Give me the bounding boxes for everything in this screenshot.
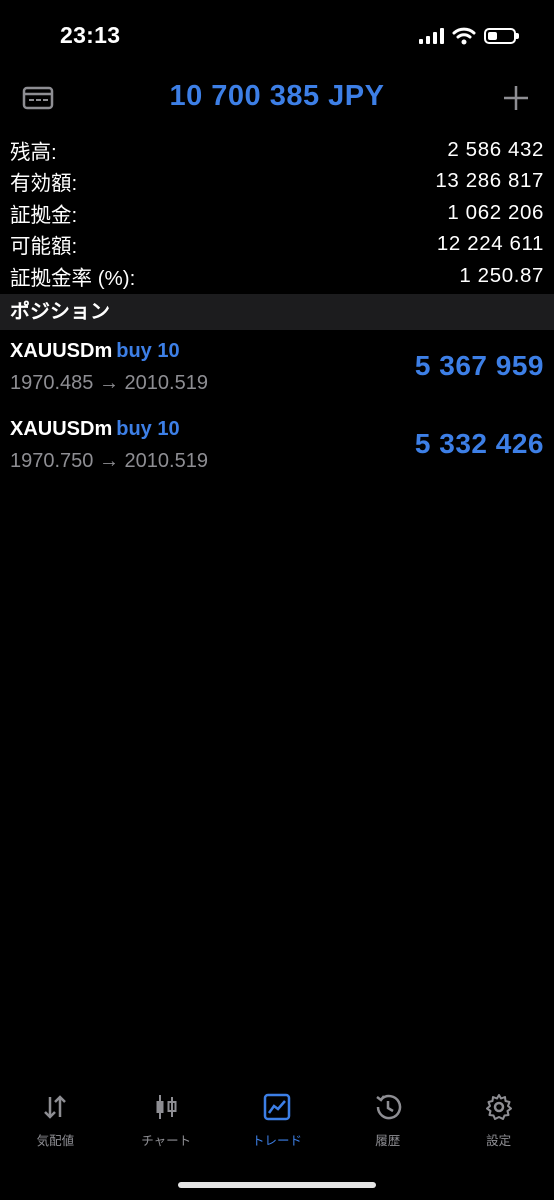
summary-label: 可能額: [10, 235, 78, 259]
tab-label: 気配値 [36, 1134, 75, 1148]
tab-label: 設定 [486, 1134, 512, 1148]
positions-section-header: ポジション [0, 294, 554, 330]
position-item[interactable]: XAUUSDm buy 10 1970.750 → 2010.519 5 332 … [0, 414, 554, 492]
summary-label: 残高: [10, 140, 57, 164]
position-side: buy 10 [116, 340, 180, 362]
summary-value: 2 586 432 [447, 137, 544, 161]
tab-chart[interactable]: チャート [111, 1084, 222, 1164]
summary-row-margin-level: 証拠金率 (%): 1 250.87 [0, 260, 554, 292]
plus-icon[interactable] [502, 84, 530, 112]
tab-quotes[interactable]: 気配値 [0, 1084, 111, 1164]
summary-value: 13 286 817 [435, 169, 544, 193]
history-clock-icon [376, 1094, 401, 1120]
tab-label: 履歴 [375, 1134, 401, 1148]
position-prices: 1970.750 → 2010.519 [10, 450, 208, 472]
balance-title: 10 700 385 JPY [169, 80, 385, 112]
summary-value: 1 062 206 [447, 200, 544, 224]
summary-row-balance: 残高: 2 586 432 [0, 134, 554, 166]
tab-bar: 気配値 チャート トレード 履歴 設定 [0, 1084, 554, 1164]
tab-trade[interactable]: トレード [222, 1084, 333, 1164]
summary-row-free-margin: 可能額: 12 224 611 [0, 229, 554, 261]
status-icons [419, 25, 519, 47]
wifi-icon [452, 27, 476, 45]
summary-row-equity: 有効額: 13 286 817 [0, 166, 554, 198]
summary-label: 証拠金率 (%): [10, 266, 136, 290]
summary-label: 有効額: [10, 172, 78, 196]
status-bar: 23:13 [0, 0, 554, 72]
position-profit: 5 367 959 [414, 350, 544, 381]
account-summary: 残高: 2 586 432 有効額: 13 286 817 証拠金: 1 062… [0, 134, 554, 292]
summary-label: 証拠金: [10, 203, 78, 227]
candlestick-chart-icon [156, 1095, 177, 1119]
position-side: buy 10 [116, 418, 180, 440]
tab-history[interactable]: 履歴 [332, 1084, 443, 1164]
position-symbol: XAUUSDm [10, 340, 113, 362]
summary-value: 1 250.87 [459, 263, 544, 287]
tab-settings[interactable]: 設定 [443, 1084, 554, 1164]
position-title: XAUUSDm buy 10 [10, 340, 180, 363]
position-item[interactable]: XAUUSDm buy 10 1970.485 → 2010.519 5 367 … [0, 336, 554, 414]
tab-label: トレード [251, 1134, 302, 1148]
quotes-arrows-icon [44, 1095, 67, 1119]
signal-icon [419, 28, 444, 44]
trade-chart-icon [263, 1093, 291, 1121]
battery-icon [484, 28, 519, 44]
position-symbol: XAUUSDm [10, 418, 113, 440]
home-indicator [178, 1182, 376, 1188]
position-profit: 5 332 426 [414, 428, 544, 459]
status-time: 23:13 [60, 22, 121, 48]
positions-list: XAUUSDm buy 10 1970.485 → 2010.519 5 367 … [0, 336, 554, 492]
summary-row-margin: 証拠金: 1 062 206 [0, 197, 554, 229]
position-title: XAUUSDm buy 10 [10, 418, 180, 441]
header: 10 700 385 JPY [0, 72, 554, 124]
settings-gear-icon [485, 1094, 512, 1120]
tab-label: チャート [141, 1134, 192, 1148]
position-prices: 1970.485 → 2010.519 [10, 372, 208, 394]
summary-value: 12 224 611 [436, 232, 544, 256]
